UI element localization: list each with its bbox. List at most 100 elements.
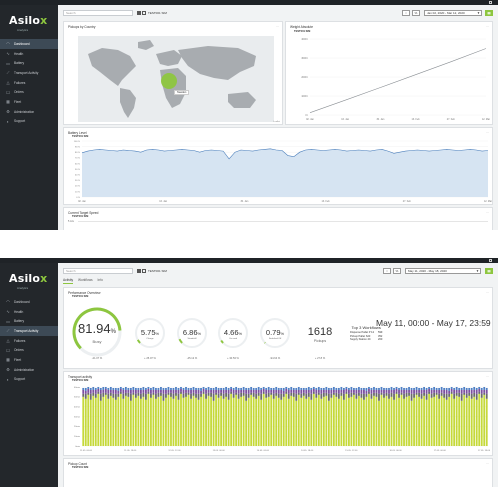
bar-segment-standstill[interactable] [270, 389, 273, 393]
bar-segment-busy[interactable] [167, 394, 170, 446]
bar-segment-on-road[interactable] [360, 387, 363, 390]
bar-segment-on-road[interactable] [330, 387, 333, 390]
bar-segment-charge[interactable] [262, 391, 265, 394]
bar-segment-standstill[interactable] [127, 389, 130, 393]
bar-segment-charge[interactable] [300, 393, 303, 398]
bar-segment-busy[interactable] [102, 396, 105, 446]
bar-segment-on-road[interactable] [440, 387, 443, 390]
bar-segment-charge[interactable] [290, 392, 293, 396]
bar-segment-on-road[interactable] [252, 387, 255, 390]
bar-segment-standstill[interactable] [415, 389, 418, 393]
bar-segment-on-road[interactable] [418, 387, 420, 390]
bar-segment-standstill[interactable] [388, 389, 390, 394]
bar-segment-busy[interactable] [212, 400, 215, 446]
bar-segment-busy[interactable] [380, 394, 383, 446]
bar-segment-charge[interactable] [475, 393, 478, 400]
bar-segment-standstill[interactable] [220, 389, 222, 393]
bar-segment-charge[interactable] [418, 392, 420, 397]
bar-segment-charge[interactable] [104, 392, 107, 395]
bar-segment-on-road[interactable] [335, 387, 338, 390]
bar-segment-standstill[interactable] [255, 389, 258, 394]
bar-segment-standstill[interactable] [480, 389, 483, 394]
bar-segment-busy[interactable] [104, 394, 107, 446]
bar-segment-on-road[interactable] [463, 387, 466, 390]
bar-segment-charge[interactable] [415, 392, 418, 395]
bar-segment-charge[interactable] [463, 392, 466, 395]
bar-segment-charge[interactable] [94, 393, 97, 398]
sidebar-item-support[interactable]: ◐ Support [0, 375, 58, 385]
bar-segment-charge[interactable] [443, 393, 446, 398]
bar-segment-standstill[interactable] [197, 389, 200, 394]
bar-segment-standstill[interactable] [237, 389, 240, 394]
bar-segment-busy[interactable] [425, 399, 428, 446]
bar-segment-charge[interactable] [230, 391, 233, 394]
bar-segment-on-road[interactable] [290, 387, 293, 390]
bar-segment-charge[interactable] [292, 392, 295, 397]
bar-segment-charge[interactable] [240, 392, 243, 397]
bar-segment-on-road[interactable] [127, 387, 130, 390]
bar-segment-busy[interactable] [340, 395, 343, 446]
tab-info[interactable]: Info [98, 278, 103, 283]
bar-segment-charge[interactable] [380, 392, 383, 395]
bar-segment-standstill[interactable] [483, 389, 486, 393]
bar-segment-charge[interactable] [420, 393, 423, 399]
bar-segment-busy[interactable] [420, 398, 423, 446]
bar-segment-charge[interactable] [400, 392, 403, 395]
bar-segment-standstill[interactable] [320, 389, 323, 394]
bar-segment-busy[interactable] [137, 395, 140, 446]
sidebar-item-failures[interactable]: △ Failures [0, 78, 58, 88]
bar-segment-busy[interactable] [480, 397, 483, 446]
bar-segment-charge[interactable] [122, 393, 125, 399]
bar-segment-busy[interactable] [358, 395, 360, 446]
bar-segment-charge[interactable] [282, 393, 285, 397]
bar-segment-charge[interactable] [235, 392, 238, 395]
bar-segment-standstill[interactable] [205, 389, 207, 394]
bar-segment-on-road[interactable] [237, 387, 240, 390]
bar-segment-charge[interactable] [260, 393, 263, 400]
bar-segment-on-road[interactable] [225, 387, 227, 390]
bar-segment-busy[interactable] [127, 396, 130, 446]
bar-segment-on-road[interactable] [443, 387, 446, 390]
bar-segment-charge[interactable] [114, 393, 117, 400]
bar-segment-standstill[interactable] [433, 389, 436, 393]
bar-segment-standstill[interactable] [423, 389, 425, 393]
bar-segment-charge[interactable] [255, 393, 258, 399]
bar-segment-busy[interactable] [475, 399, 478, 446]
bar-segment-standstill[interactable] [187, 389, 190, 393]
bar-segment-standstill[interactable] [373, 389, 375, 393]
bar-segment-standstill[interactable] [240, 389, 243, 393]
bar-segment-on-road[interactable] [448, 387, 451, 391]
bar-segment-standstill[interactable] [84, 390, 87, 394]
map-attribution[interactable]: Leaflet [273, 121, 280, 123]
bar-segment-charge[interactable] [370, 393, 373, 399]
bar-segment-busy[interactable] [325, 395, 328, 446]
bar-segment-busy[interactable] [92, 395, 95, 446]
bar-segment-busy[interactable] [345, 393, 348, 446]
window-restore-icon[interactable] [489, 259, 492, 262]
bar-segment-charge[interactable] [207, 392, 210, 396]
bar-segment-charge[interactable] [325, 392, 328, 396]
bar-segment-on-road[interactable] [232, 387, 235, 390]
bar-segment-on-road[interactable] [240, 387, 243, 390]
bar-segment-on-road[interactable] [368, 387, 370, 389]
bar-segment-charge[interactable] [403, 393, 405, 399]
sidebar-item-battery[interactable]: ▭ Battery [0, 316, 58, 326]
bar-segment-busy[interactable] [185, 396, 187, 446]
bar-segment-charge[interactable] [232, 393, 235, 398]
bar-segment-busy[interactable] [408, 395, 410, 446]
bar-segment-charge[interactable] [99, 393, 102, 401]
bar-segment-on-road[interactable] [433, 387, 436, 390]
card-menu-icon[interactable]: ⋯ [486, 130, 489, 134]
bar-segment-charge[interactable] [145, 393, 147, 400]
device-selector[interactable]: TEST001 SIM [137, 11, 167, 15]
bar-segment-busy[interactable] [302, 395, 305, 446]
bar-segment-busy[interactable] [232, 397, 235, 446]
bar-segment-charge[interactable] [355, 393, 358, 399]
bar-segment-on-road[interactable] [425, 387, 428, 390]
sidebar-item-dashboard[interactable]: ◠ Dashboard [0, 39, 58, 49]
bar-segment-busy[interactable] [413, 397, 415, 446]
bar-segment-standstill[interactable] [418, 389, 420, 393]
bar-segment-busy[interactable] [134, 397, 137, 446]
bar-segment-charge[interactable] [435, 392, 438, 395]
bar-segment-standstill[interactable] [117, 390, 120, 394]
